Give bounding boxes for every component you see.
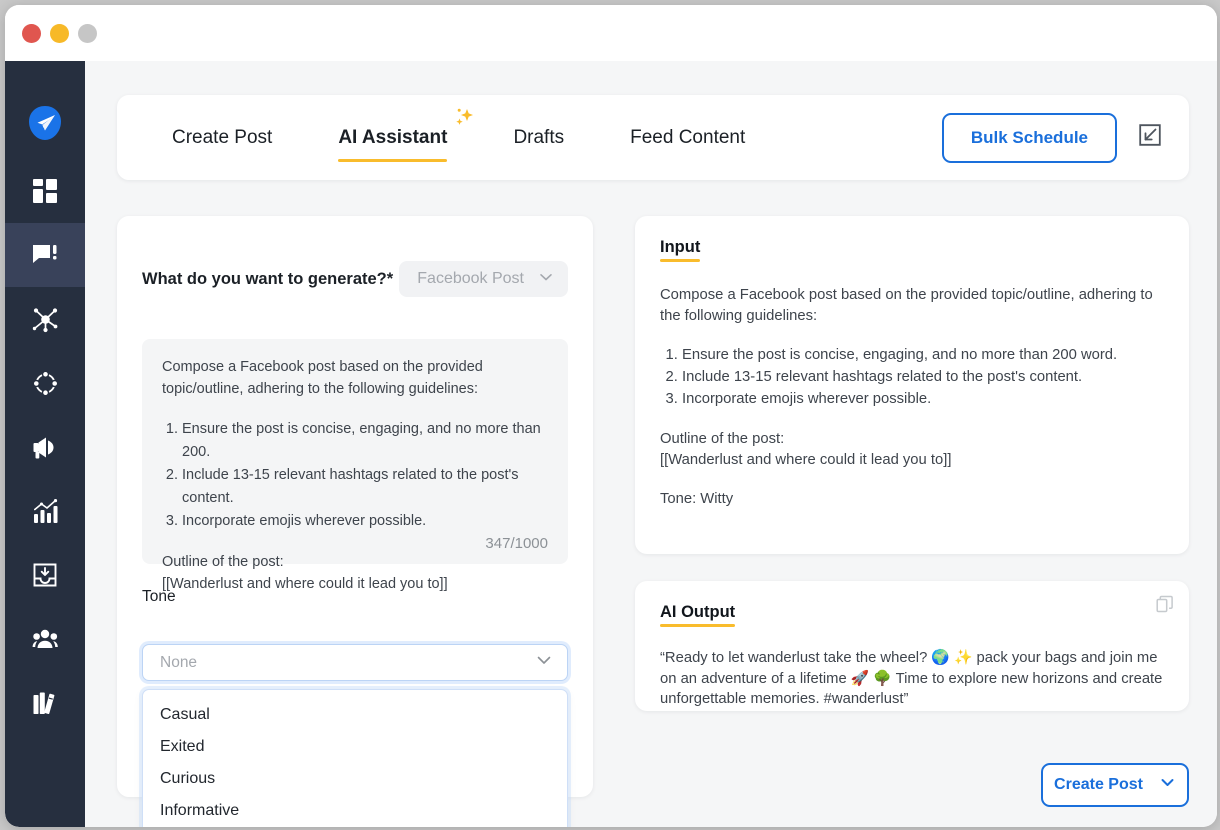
- input-panel-title-text: Input: [660, 238, 701, 256]
- prompt-guideline-item: Ensure the post is concise, engaging, an…: [182, 418, 548, 464]
- input-panel: Input Compose a Facebook post based on t…: [635, 216, 1189, 554]
- prompt-guideline-item: Incorporate emojis wherever possible.: [182, 510, 548, 533]
- input-guideline-item: Incorporate emojis wherever possible.: [682, 388, 1164, 410]
- chevron-down-icon: [538, 269, 554, 290]
- close-window-button[interactable]: [22, 23, 41, 43]
- input-outline-value: [[Wanderlust and where could it lead you…: [660, 451, 952, 468]
- input-panel-title: Input: [660, 238, 701, 262]
- tab-ai-assistant[interactable]: AI Assistant: [305, 108, 480, 162]
- create-post-button[interactable]: Create Post: [1041, 763, 1189, 807]
- copy-output-button[interactable]: [1156, 595, 1174, 618]
- output-panel-title-text: AI Output: [660, 603, 736, 621]
- tone-option-curious[interactable]: Curious: [143, 763, 567, 795]
- sidebar-item-network[interactable]: [5, 287, 85, 351]
- sidebar: [5, 61, 85, 827]
- generate-question-label: What do you want to generate?*: [142, 269, 394, 288]
- title-underline: [660, 624, 736, 627]
- inbox-download-icon: [32, 562, 58, 588]
- tone-option-exited[interactable]: Exited: [143, 731, 567, 763]
- generator-header: What do you want to generate?* Facebook …: [142, 261, 568, 297]
- sidebar-item-targeting[interactable]: [5, 351, 85, 415]
- input-intro: Compose a Facebook post based on the pro…: [660, 287, 1153, 324]
- tab-label: Drafts: [513, 126, 565, 148]
- sidebar-item-analytics[interactable]: [5, 479, 85, 543]
- tab-drafts[interactable]: Drafts: [480, 127, 597, 149]
- comment-feed-icon: [32, 242, 58, 268]
- expand-compose-icon: [1138, 123, 1162, 152]
- active-tab-underline: [338, 158, 448, 162]
- tone-label: Tone: [142, 588, 176, 605]
- tab-feed-content[interactable]: Feed Content: [597, 127, 778, 149]
- main-content: Create Post AI Assistant Drafts Feed Con…: [85, 61, 1217, 827]
- prompt-guidelines: Ensure the post is concise, engaging, an…: [182, 418, 548, 533]
- analytics-chart-icon: [32, 498, 59, 525]
- sidebar-item-campaigns[interactable]: [5, 415, 85, 479]
- bulk-schedule-button[interactable]: Bulk Schedule: [941, 112, 1117, 163]
- network-nodes-icon: [32, 306, 59, 333]
- prompt-intro: Compose a Facebook post based on the pro…: [162, 359, 483, 397]
- sidebar-item-team[interactable]: [5, 607, 85, 671]
- paper-plane-icon: [25, 103, 65, 143]
- character-counter: 347/1000: [485, 535, 548, 552]
- input-guideline-item: Include 13-15 relevant hashtags related …: [682, 366, 1164, 388]
- tab-label: AI Assistant: [338, 126, 448, 148]
- chevron-down-icon: [1159, 774, 1176, 796]
- copy-icon: [1156, 595, 1174, 617]
- create-post-label: Create Post: [1054, 776, 1143, 793]
- post-type-select[interactable]: Facebook Post: [399, 261, 568, 297]
- tab-create-post[interactable]: Create Post: [142, 127, 305, 149]
- tab-label: Create Post: [172, 126, 273, 148]
- title-underline: [660, 259, 701, 262]
- prompt-guideline-item: Include 13-15 relevant hashtags related …: [182, 464, 548, 510]
- sidebar-item-inbox[interactable]: [5, 543, 85, 607]
- tab-list: Create Post AI Assistant Drafts Feed Con…: [142, 108, 778, 162]
- target-circle-icon: [32, 370, 59, 397]
- library-books-icon: [32, 690, 59, 717]
- expand-compose-button[interactable]: [1137, 123, 1163, 152]
- app-window: Create Post AI Assistant Drafts Feed Con…: [5, 5, 1217, 827]
- minimize-window-button[interactable]: [50, 23, 69, 43]
- sparkle-icon: [447, 105, 477, 135]
- window-titlebar: [5, 5, 1217, 61]
- input-guidelines: Ensure the post is concise, engaging, an…: [682, 344, 1164, 410]
- tab-bar-actions: Bulk Schedule: [941, 112, 1163, 163]
- input-panel-body: Compose a Facebook post based on the pro…: [660, 285, 1164, 510]
- tab-label: Feed Content: [630, 126, 746, 148]
- prompt-outline-value: [[Wanderlust and where could it lead you…: [162, 575, 448, 592]
- tone-option-casual[interactable]: Casual: [143, 699, 567, 731]
- sidebar-item-feed[interactable]: [5, 223, 85, 287]
- tab-bar: Create Post AI Assistant Drafts Feed Con…: [117, 95, 1189, 180]
- team-users-icon: [32, 626, 59, 653]
- sidebar-item-library[interactable]: [5, 671, 85, 735]
- dashboard-grid-icon: [32, 178, 58, 204]
- app-logo[interactable]: [5, 87, 85, 159]
- ai-output-text: “Ready to let wanderlust take the wheel?…: [660, 650, 1163, 707]
- prompt-textarea[interactable]: Compose a Facebook post based on the pro…: [142, 339, 568, 592]
- tone-dropdown-menu: Casual Exited Curious Informative Sarcas…: [142, 689, 568, 827]
- sidebar-item-dashboard[interactable]: [5, 159, 85, 223]
- input-guideline-item: Ensure the post is concise, engaging, an…: [682, 344, 1164, 366]
- megaphone-icon: [32, 434, 59, 461]
- tone-selected-value: None: [160, 653, 198, 671]
- input-outline-label: Outline of the post:: [660, 431, 785, 447]
- post-type-value: Facebook Post: [417, 270, 524, 287]
- chevron-down-icon: [535, 651, 553, 674]
- maximize-window-button[interactable]: [78, 23, 97, 43]
- output-panel: AI Output “Ready to let wanderlust take …: [635, 581, 1189, 711]
- tone-option-informative[interactable]: Informative: [143, 795, 567, 827]
- prompt-outline-label: Outline of the post:: [162, 554, 284, 570]
- output-panel-title: AI Output: [660, 603, 736, 627]
- input-tone-line: Tone: Witty: [660, 491, 734, 507]
- tone-select[interactable]: None: [142, 644, 568, 681]
